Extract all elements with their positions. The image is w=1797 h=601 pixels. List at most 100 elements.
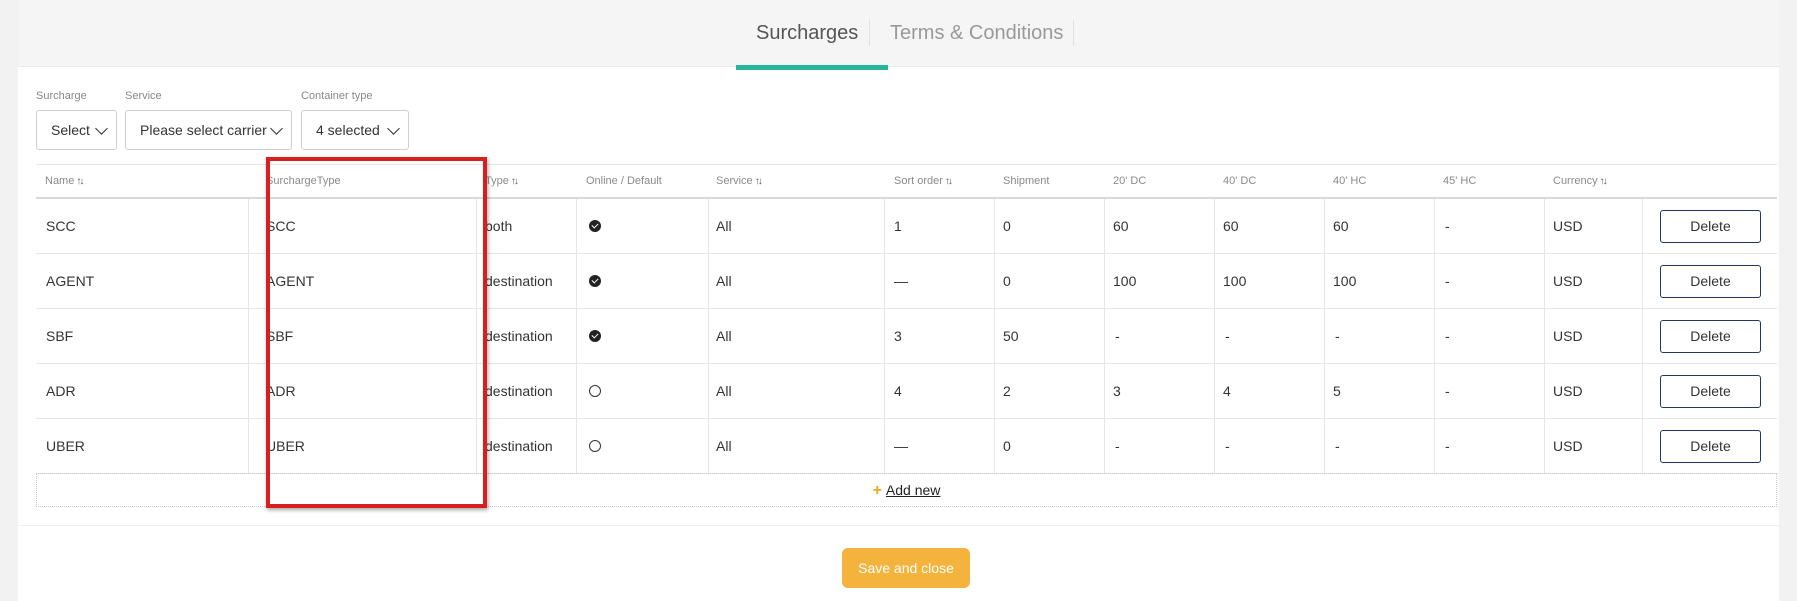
tab-surcharges[interactable]: Surcharges [756,22,858,45]
active-tab-indicator [736,65,888,70]
cell-type: destination [485,383,553,399]
column-divider [1104,199,1105,473]
sort-icon: ↑↓ [510,176,519,187]
table-row: SCC SCC both All 1 0 60 60 60 - USD Dele… [36,199,1777,254]
container-type-select-value: 4 selected [316,122,380,138]
add-new-row: + Add new [36,473,1777,507]
cell-currency: USD [1553,218,1583,234]
cell-shipment: 50 [1003,328,1019,344]
service-select-value: Please select carrier [140,122,267,138]
container-type-select[interactable]: 4 selected [301,110,409,150]
radio-empty-icon[interactable] [589,385,601,397]
cell-40-hc: - [1335,438,1340,454]
header-service[interactable]: Service ↑↓ [716,175,763,187]
cell-currency: USD [1553,273,1583,289]
save-and-close-button[interactable]: Save and close [842,548,970,588]
cell-name: ADR [46,383,76,399]
cell-sort-order: — [894,438,908,454]
cell-45-hc: - [1445,328,1450,344]
header-20-dc: 20' DC [1113,175,1147,187]
header-sort-order[interactable]: Sort order ↑↓ [894,175,953,187]
delete-button[interactable]: Delete [1660,210,1761,243]
header-name[interactable]: Name ↑↓ [45,175,84,187]
cell-surcharge-type: ADR [266,383,296,399]
sort-icon: ↑↓ [944,176,953,187]
tabs-bar: Surcharges Terms & Conditions [18,0,1779,70]
cell-20-dc: 100 [1113,273,1137,289]
cell-shipment: 0 [1003,218,1011,234]
check-circle-icon [589,220,601,232]
cell-surcharge-type: SBF [266,328,294,344]
table-row: UBER UBER destination All — 0 - - - - US… [36,419,1777,474]
cell-shipment: 0 [1003,273,1011,289]
cell-name: UBER [46,438,85,454]
cell-40-dc: - [1225,328,1230,344]
cell-surcharge-type: UBER [266,438,305,454]
delete-button[interactable]: Delete [1660,430,1761,463]
cell-20-dc: - [1115,328,1120,344]
cell-surcharge-type: AGENT [266,273,315,289]
header-40-hc: 40' HC [1333,175,1367,187]
cell-currency: USD [1553,383,1583,399]
surcharge-select[interactable]: Select [36,110,117,150]
column-divider [1324,199,1325,473]
cell-service: All [716,438,732,454]
check-circle-icon [589,275,601,287]
cell-20-dc: 3 [1113,383,1121,399]
chevron-down-icon [95,122,108,135]
cell-45-hc: - [1445,218,1450,234]
cell-sort-order: — [894,273,908,289]
column-divider [1544,199,1545,473]
table-row: ADR ADR destination All 4 2 3 4 5 - USD … [36,364,1777,419]
add-new-link[interactable]: Add new [886,482,940,498]
header-40-dc: 40' DC [1223,175,1257,187]
cell-name: SCC [46,218,76,234]
cell-sort-order: 4 [894,383,902,399]
cell-service: All [716,218,732,234]
cell-40-hc: - [1335,328,1340,344]
cell-currency: USD [1553,328,1583,344]
cell-shipment: 0 [1003,438,1011,454]
cell-service: All [716,383,732,399]
table-row: AGENT AGENT destination All — 0 100 100 … [36,254,1777,309]
check-circle-icon [589,330,601,342]
cell-40-dc: 60 [1223,218,1239,234]
header-shipment: Shipment [1003,175,1050,187]
chevron-down-icon [387,122,400,135]
cell-service: All [716,273,732,289]
header-online-default: Online / Default [586,175,662,187]
service-filter-label: Service [125,90,162,102]
surcharges-panel: Surcharges Terms & Conditions Surcharge … [18,0,1779,601]
column-divider [708,199,709,473]
delete-button[interactable]: Delete [1660,320,1761,353]
table-header: Name ↑↓ SurchargeType Type ↑↓ Online / Def… [36,164,1777,199]
service-select[interactable]: Please select carrier [125,110,292,150]
chevron-down-icon [270,122,283,135]
cell-sort-order: 3 [894,328,902,344]
cell-shipment: 2 [1003,383,1011,399]
cell-sort-order: 1 [894,218,902,234]
header-type[interactable]: Type ↑↓ [485,175,519,187]
cell-currency: USD [1553,438,1583,454]
tab-divider [869,20,870,46]
plus-icon: + [872,482,882,499]
cell-name: AGENT [46,273,95,289]
delete-button[interactable]: Delete [1660,265,1761,298]
header-currency[interactable]: Currency ↑↓ [1553,175,1608,187]
cell-surcharge-type: SCC [266,218,296,234]
cell-type: both [485,218,513,234]
cell-45-hc: - [1445,273,1450,289]
cell-type: destination [485,438,553,454]
cell-20-dc: 60 [1113,218,1129,234]
footer-divider [18,525,1779,526]
column-divider [1434,199,1435,473]
delete-button[interactable]: Delete [1660,375,1761,408]
sort-icon: ↑↓ [754,176,763,187]
cell-45-hc: - [1445,438,1450,454]
container-type-filter-label: Container type [301,90,373,102]
radio-empty-icon[interactable] [589,440,601,452]
sort-icon: ↑↓ [1599,176,1608,187]
column-divider [1642,199,1643,473]
tab-terms-conditions[interactable]: Terms & Conditions [890,22,1063,45]
header-surcharge-type: SurchargeType [266,175,341,187]
